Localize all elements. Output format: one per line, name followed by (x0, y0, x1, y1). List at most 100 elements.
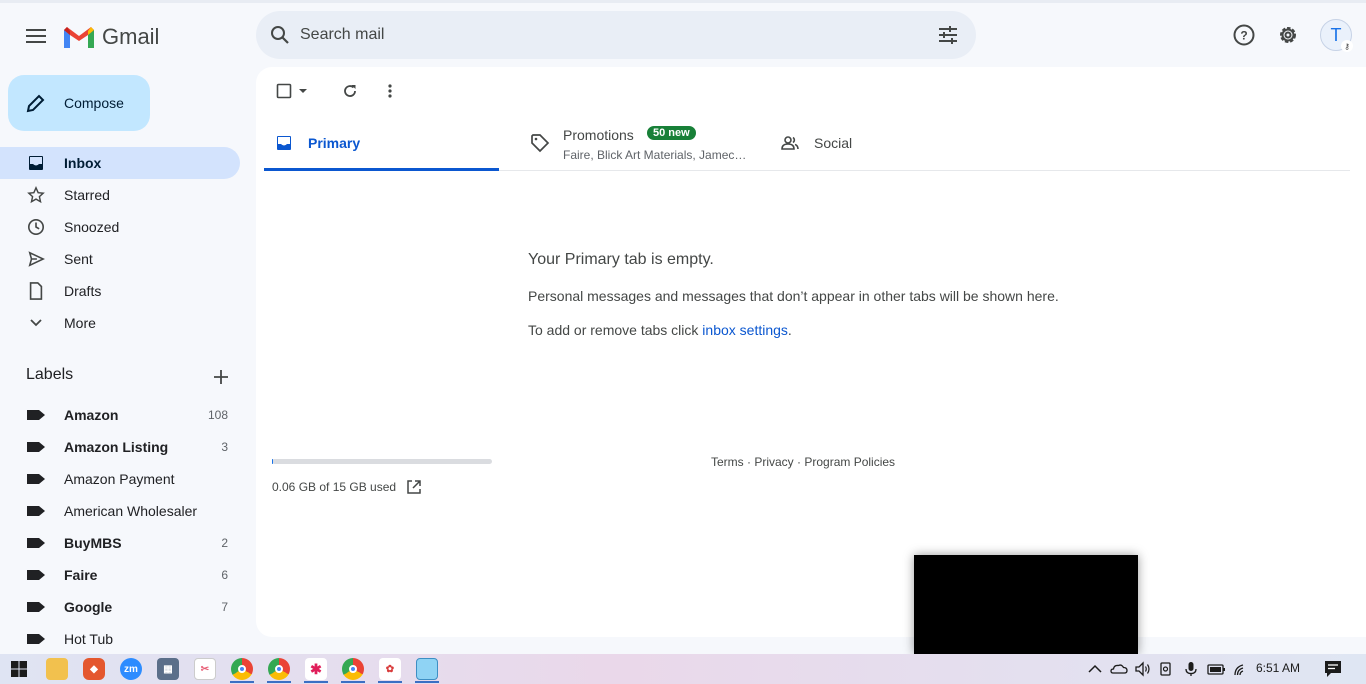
calculator-icon[interactable]: ▦ (157, 658, 179, 680)
label-name: Amazon (64, 407, 119, 423)
plus-icon (214, 370, 228, 384)
slack-icon[interactable]: ✱ (305, 658, 327, 680)
label-tag-icon (27, 410, 45, 420)
sidebar-item-label: Sent (64, 251, 93, 267)
select-checkbox[interactable] (272, 79, 296, 103)
sidebar-label-amazon-payment[interactable]: Amazon Payment (0, 463, 240, 495)
tab-social[interactable]: Social (776, 119, 976, 171)
sidebar-label-hot-tub[interactable]: Hot Tub (0, 623, 240, 655)
sidebar-label-amazon[interactable]: Amazon 108 (0, 399, 240, 431)
battery-icon[interactable] (1206, 660, 1226, 678)
app-header: Gmail ? T ⚷ (0, 3, 1366, 65)
managed-account-key-icon: ⚷ (1341, 40, 1353, 52)
sidebar-item-starred[interactable]: Starred (0, 179, 240, 211)
chrome-profile-icon[interactable] (268, 658, 290, 680)
sidebar-item-label: Inbox (64, 155, 102, 171)
taskbar-running-indicator (341, 681, 365, 683)
camera-icon[interactable] (1158, 660, 1176, 678)
taskbar-clock[interactable]: 6:51 AM (1256, 661, 1300, 675)
sidebar-label-google[interactable]: Google 7 (0, 591, 240, 623)
onedrive-icon[interactable] (1110, 660, 1128, 678)
footer-separator: · (743, 455, 755, 469)
hint-suffix: . (787, 322, 792, 338)
empty-state: Your Primary tab is empty. Personal mess… (528, 251, 1228, 338)
label-name: Google (64, 599, 113, 615)
sidebar-item-snoozed[interactable]: Snoozed (0, 211, 240, 243)
storage-bar (272, 459, 492, 464)
file-explorer-icon[interactable] (46, 658, 68, 680)
sidebar-item-label: Starred (64, 187, 110, 203)
clock-icon (26, 217, 46, 237)
sidebar-label-american-wholesaler[interactable]: American Wholesaler (0, 495, 240, 527)
terms-link[interactable]: Terms (711, 455, 744, 469)
sidebar-label-buymbs[interactable]: BuyMBS 2 (0, 527, 240, 559)
taskbar-running-indicator (267, 681, 291, 683)
chrome-active-icon[interactable] (342, 658, 364, 680)
label-count: 7 (221, 600, 228, 614)
notifications-icon[interactable] (1323, 659, 1343, 679)
search-icon[interactable] (268, 23, 292, 47)
gmail-logo[interactable]: Gmail (62, 21, 159, 53)
label-tag-icon (27, 442, 45, 452)
chrome-icon[interactable] (231, 658, 253, 680)
select-options-dropdown[interactable] (296, 79, 310, 103)
notepad-icon[interactable] (416, 658, 438, 680)
start-button[interactable] (8, 658, 30, 680)
compose-label: Compose (64, 95, 124, 111)
taskbar-running-indicator (304, 681, 328, 683)
refresh-button[interactable] (338, 79, 362, 103)
privacy-link[interactable]: Privacy (754, 455, 793, 469)
tab-senders-preview: Faire, Blick Art Materials, Jamec… (563, 148, 747, 162)
windows-taskbar: ◆ zm ▦ ✂ ✱ ✿ 6:51 AM (0, 654, 1366, 684)
sidebar-label-amazon-listing[interactable]: Amazon Listing 3 (0, 431, 240, 463)
app-icon[interactable]: ✿ (379, 658, 401, 680)
tab-label: Social (814, 135, 853, 151)
sidebar-item-inbox[interactable]: Inbox (0, 147, 240, 179)
main-menu-button[interactable] (20, 20, 52, 52)
support-button[interactable]: ? (1228, 19, 1260, 51)
wifi-icon[interactable] (1232, 660, 1250, 678)
sidebar-nav: Inbox Starred Snoozed Sent Drafts More (0, 147, 256, 339)
label-count: 6 (221, 568, 228, 582)
speaker-icon[interactable] (1134, 660, 1152, 678)
draft-icon (26, 281, 46, 301)
sidebar-item-more[interactable]: More (0, 307, 240, 339)
snipping-tool-icon[interactable]: ✂ (194, 658, 216, 680)
sidebar-item-drafts[interactable]: Drafts (0, 275, 240, 307)
storage-bar-fill (272, 459, 274, 464)
refresh-icon (344, 85, 356, 97)
system-tray (1086, 654, 1250, 684)
chevron-up-icon[interactable] (1086, 660, 1104, 678)
inbox-icon (277, 136, 291, 150)
sidebar-item-sent[interactable]: Sent (0, 243, 240, 275)
tab-primary[interactable]: Primary (264, 119, 499, 171)
label-name: BuyMBS (64, 535, 122, 551)
gmail-m-icon (64, 27, 94, 48)
program-policies-link[interactable]: Program Policies (804, 455, 895, 469)
create-label-button[interactable] (210, 366, 232, 388)
account-avatar[interactable]: T ⚷ (1320, 19, 1353, 52)
sidebar-label-faire[interactable]: Faire 6 (0, 559, 240, 591)
label-tag-icon (27, 634, 45, 644)
people-icon (781, 136, 799, 150)
checkbox-icon (276, 83, 292, 99)
label-name: Amazon Payment (64, 471, 175, 487)
inbox-settings-link[interactable]: inbox settings (702, 322, 788, 338)
brave-browser-icon[interactable]: ◆ (83, 658, 105, 680)
labels-header: Labels (26, 366, 236, 388)
hint-text: To add or remove tabs click (528, 322, 703, 338)
settings-button[interactable] (1272, 19, 1304, 51)
search-options-icon[interactable] (936, 23, 960, 47)
microphone-icon[interactable] (1182, 660, 1200, 678)
labels-list: Amazon 108 Amazon Listing 3 Amazon Payme… (0, 399, 256, 655)
tab-promotions[interactable]: Promotions 50 new Faire, Blick Art Mater… (526, 119, 756, 171)
tab-label: Primary (308, 135, 361, 151)
zoom-icon[interactable]: zm (120, 658, 142, 680)
compose-button[interactable]: Compose (8, 75, 150, 131)
label-count: 3 (221, 440, 228, 454)
category-tabs: Primary Promotions 50 new Faire, Blick A… (264, 119, 1350, 171)
more-options-button[interactable] (378, 79, 402, 103)
search-bar[interactable] (256, 11, 976, 59)
open-in-new-icon[interactable] (406, 479, 422, 495)
search-input[interactable] (300, 11, 900, 59)
